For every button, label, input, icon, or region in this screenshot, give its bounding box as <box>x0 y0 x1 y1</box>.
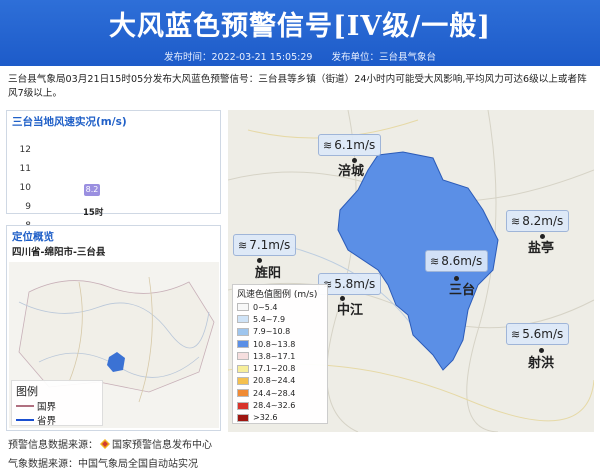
color-legend-item: 24.4~28.4 <box>237 387 323 399</box>
color-swatch <box>237 389 249 398</box>
color-swatch <box>237 315 249 324</box>
warning-banner: 大风蓝色预警信号[IV级/一般] 发布时间：2022-03-21 15:05:2… <box>0 0 600 66</box>
color-swatch <box>237 303 249 312</box>
border-line-icon <box>16 405 34 407</box>
warning-center-logo-icon <box>100 439 110 449</box>
wind-callout[interactable]: ≋ 8.6m/s <box>425 250 489 272</box>
color-legend-label: 17.1~20.8 <box>253 364 296 374</box>
place-label: 旌阳 <box>255 266 282 281</box>
color-legend-label: 13.8~17.1 <box>253 351 296 361</box>
map-legend: 图例 国界 省界 <box>11 380 103 427</box>
warning-title: 大风蓝色预警信号[IV级/一般] <box>109 11 491 42</box>
wind-icon: ≋ <box>323 139 333 152</box>
color-legend-item: 17.1~20.8 <box>237 362 323 374</box>
color-legend-item: 20.8~24.4 <box>237 375 323 387</box>
color-legend-item: 28.4~32.6 <box>237 399 323 411</box>
y-tick: 10 <box>19 183 31 193</box>
x-axis-label: 15时 <box>83 208 104 218</box>
legend-item-provincial: 省界 <box>16 413 98 427</box>
color-legend-label: >32.6 <box>253 413 278 423</box>
wind-speed-panel: 三台当地风速实况(m/s) 12 11 10 9 8 <box>6 110 221 231</box>
overview-map[interactable]: 图例 国界 省界 <box>9 262 219 428</box>
legend-title: 图例 <box>16 385 38 398</box>
legend-item-national: 国界 <box>16 399 98 413</box>
location-title: 定位概览 <box>12 231 54 243</box>
place-label: 盐亭 <box>528 241 555 256</box>
warning-description: 三台县气象局03月21日15时05分发布大风蓝色预警信号：三台县等乡镇（街道）2… <box>8 74 587 99</box>
location-panel: 定位概览 四川省-绵阳市-三台县 图例 国界 省界 <box>6 225 221 431</box>
color-legend-label: 24.4~28.4 <box>253 388 296 398</box>
color-legend-item: 5.4~7.9 <box>237 313 323 325</box>
publish-time: 发布时间：2022-03-21 15:05:29 <box>164 52 313 63</box>
warning-source: 预警信息数据来源： 国家预警信息发布中心 <box>8 439 212 451</box>
color-legend-label: 5.4~7.9 <box>253 314 286 324</box>
location-subtitle: 四川省-绵阳市-三台县 <box>12 247 106 258</box>
color-legend-item: >32.6 <box>237 412 323 424</box>
y-tick: 9 <box>25 202 31 212</box>
border-line-icon <box>16 419 34 421</box>
wind-icon: ≋ <box>511 215 521 228</box>
color-legend-item: 13.8~17.1 <box>237 350 323 362</box>
wind-color-legend: 风速色值图例 (m/s) 0~5.4 5.4~7.9 7.9~10.8 10.8~13… <box>232 284 328 424</box>
warning-page: 大风蓝色预警信号[IV级/一般] 发布时间：2022-03-21 15:05:2… <box>0 0 600 471</box>
color-legend-label: 20.8~24.4 <box>253 376 296 386</box>
place-label: 射洪 <box>528 356 555 371</box>
wind-callout[interactable]: ≋ 7.1m/s <box>233 234 297 256</box>
y-axis: 12 11 10 9 8 <box>11 133 33 231</box>
weather-source: 气象数据来源：中国气象局全国自动站实况 <box>8 459 198 470</box>
wind-callout[interactable]: ≋ 6.1m/s <box>318 134 382 156</box>
wind-icon: ≋ <box>430 255 440 268</box>
color-legend-title: 风速色值图例 (m/s) <box>237 290 318 300</box>
color-legend-label: 28.4~32.6 <box>253 401 296 411</box>
color-swatch <box>237 401 249 410</box>
color-swatch <box>237 376 249 385</box>
wind-icon: ≋ <box>238 239 248 252</box>
wind-panel-title: 三台当地风速实况(m/s) <box>12 116 127 128</box>
color-legend-label: 10.8~13.8 <box>253 339 296 349</box>
color-swatch <box>237 327 249 336</box>
y-tick: 11 <box>19 164 31 174</box>
color-swatch <box>237 413 249 422</box>
color-legend-label: 7.9~10.8 <box>253 327 291 337</box>
color-legend-label: 0~5.4 <box>253 302 278 312</box>
publisher: 发布单位：三台县气象台 <box>331 52 436 63</box>
place-label: 三台 <box>449 283 476 298</box>
color-legend-item: 0~5.4 <box>237 301 323 313</box>
color-swatch <box>237 364 249 373</box>
y-tick: 12 <box>19 145 31 155</box>
color-swatch <box>237 352 249 361</box>
place-label: 涪城 <box>338 164 365 179</box>
wind-callout[interactable]: ≋ 5.6m/s <box>506 323 570 345</box>
banner-meta: 发布时间：2022-03-21 15:05:29 发布单位：三台县气象台 <box>0 49 600 63</box>
color-legend-item: 10.8~13.8 <box>237 338 323 350</box>
wind-callout[interactable]: ≋ 8.2m/s <box>506 210 570 232</box>
color-legend-item: 7.9~10.8 <box>237 326 323 338</box>
color-swatch <box>237 340 249 349</box>
wind-icon: ≋ <box>511 328 521 341</box>
place-label: 中江 <box>337 303 364 318</box>
wind-value-marker: 8.2 <box>84 184 100 196</box>
